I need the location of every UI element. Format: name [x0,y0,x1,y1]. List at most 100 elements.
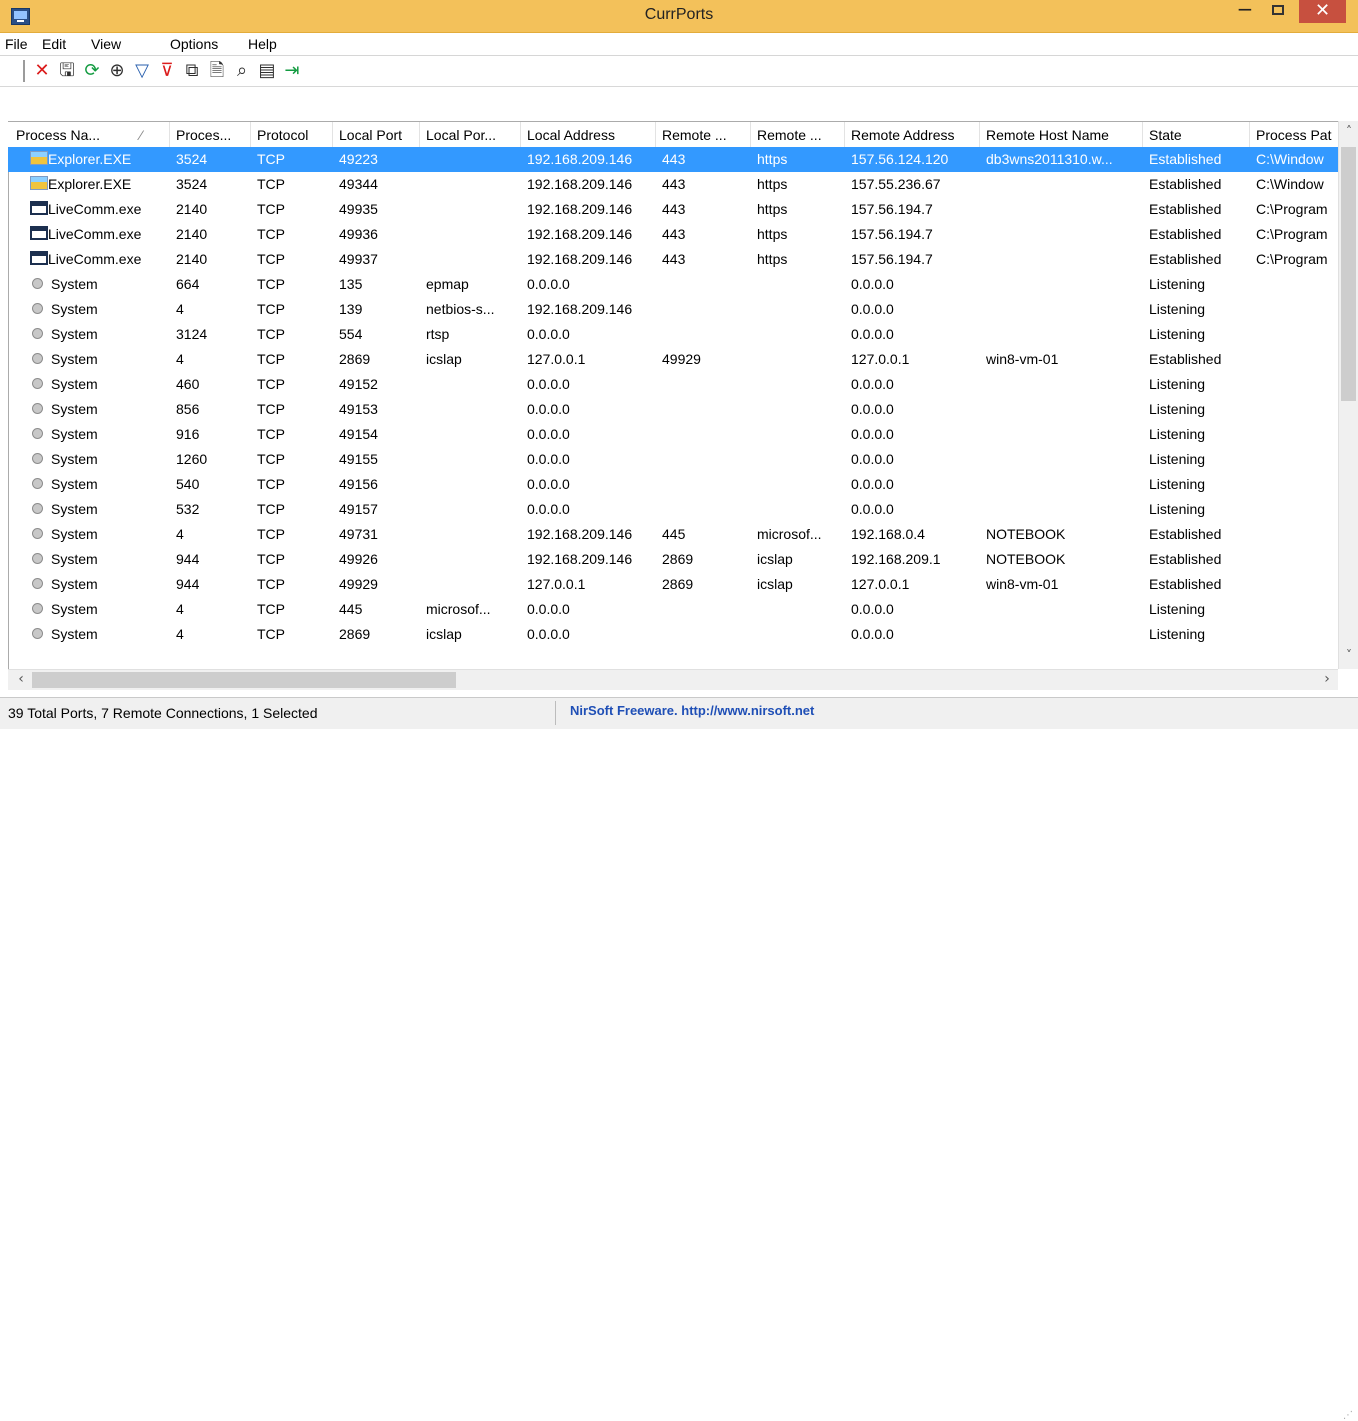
column-header-11[interactable]: Process Pat [1256,127,1331,143]
column-divider[interactable] [520,122,521,147]
find-icon[interactable]: ⌕ [230,60,254,82]
table-cell: Listening [1149,501,1206,517]
refresh-icon[interactable]: ⟳ [80,60,104,82]
column-divider[interactable] [332,122,333,147]
menu-help[interactable]: Help [248,36,277,52]
table-cell: 2869 [662,576,694,592]
column-header-0[interactable]: Process Na... [16,127,100,143]
minimize-button[interactable]: − [1230,0,1260,23]
table-cell: 460 [176,376,200,392]
column-divider[interactable] [1142,122,1143,147]
system-process-icon [32,403,43,414]
table-row[interactable]: System 664 TCP 135 epmap 0.0.0.0 0.0.0.0 Listen… [8,272,1338,297]
table-cell: TCP [257,226,285,242]
table-row[interactable]: System 944 TCP 49926 192.168.209.146 2869 icsl… [8,547,1338,572]
table-cell: Established [1149,201,1222,217]
horizontal-scroll-thumb[interactable] [32,672,456,688]
table-cell: Listening [1149,426,1206,442]
table-cell: TCP [257,426,285,442]
table-row[interactable]: System 1260 TCP 49155 0.0.0.0 0.0.0.0 Listenin… [8,447,1338,472]
column-header-9[interactable]: Remote Host Name [986,127,1109,143]
scroll-right-icon[interactable]: › [1318,671,1336,689]
table-row[interactable]: System 4 TCP 139 netbios-s... 192.168.209.146… [8,297,1338,322]
table-cell: 944 [176,576,200,592]
table-row[interactable]: System 856 TCP 49153 0.0.0.0 0.0.0.0 Listening [8,397,1338,422]
column-header-5[interactable]: Local Address [527,127,615,143]
table-row[interactable]: System 4 TCP 2869 icslap 0.0.0.0 0.0.0.0 Listen… [8,622,1338,647]
vertical-scroll-thumb[interactable] [1341,147,1356,401]
table-cell: Listening [1149,476,1206,492]
exit-icon[interactable]: ⇥ [280,60,304,82]
table-row[interactable]: LiveComm.exe 2140 TCP 49935 192.168.209.146 4… [8,197,1338,222]
table-cell: win8-vm-01 [986,351,1059,367]
copy-icon[interactable]: ⧉ [180,60,204,82]
column-divider[interactable] [1249,122,1250,147]
scroll-down-icon[interactable]: ˅ [1341,648,1357,666]
column-header-2[interactable]: Protocol [257,127,308,143]
nirsoft-link[interactable]: NirSoft Freeware. http://www.nirsoft.net [570,703,814,718]
table-cell: 4 [176,526,184,542]
table-cell: 127.0.0.1 [527,351,586,367]
table-row[interactable]: Explorer.EXE 3524 TCP 49223 192.168.209.146 4… [8,147,1338,172]
vertical-scrollbar[interactable]: ˄ ˅ [1338,121,1358,669]
column-divider[interactable] [419,122,420,147]
table-row[interactable]: System 4 TCP 49731 192.168.209.146 445 microso… [8,522,1338,547]
menu-options[interactable]: Options [170,36,218,52]
column-header-1[interactable]: Proces... [176,127,231,143]
table-cell: 916 [176,426,200,442]
table-row[interactable]: LiveComm.exe 2140 TCP 49937 192.168.209.146 4… [8,247,1338,272]
table-row[interactable]: System 4 TCP 445 microsof... 0.0.0.0 0.0.0.0 Li… [8,597,1338,622]
table-cell: 540 [176,476,200,492]
table-row[interactable]: System 460 TCP 49152 0.0.0.0 0.0.0.0 Listening [8,372,1338,397]
column-divider[interactable] [844,122,845,147]
column-header-4[interactable]: Local Por... [426,127,496,143]
title-bar[interactable]: CurrPorts − ✕ [0,0,1358,33]
table-cell: TCP [257,151,285,167]
resize-grip-icon[interactable]: ⋰ [1343,1411,1353,1421]
table-row[interactable]: System 944 TCP 49929 127.0.0.1 2869 icslap 127.… [8,572,1338,597]
properties-window-icon[interactable]: 🗎 [205,60,229,82]
table-cell: 0.0.0.0 [527,451,570,467]
column-divider[interactable] [169,122,170,147]
column-header-8[interactable]: Remote Address [851,127,955,143]
scroll-up-icon[interactable]: ˄ [1341,124,1357,142]
table-row[interactable]: System 532 TCP 49157 0.0.0.0 0.0.0.0 Listening [8,497,1338,522]
table-row[interactable]: Explorer.EXE 3524 TCP 49344 192.168.209.146 4… [8,172,1338,197]
menu-edit[interactable]: Edit [42,36,66,52]
column-header-10[interactable]: State [1149,127,1182,143]
column-divider[interactable] [250,122,251,147]
properties-icon[interactable]: ⊕ [105,60,129,82]
filter-icon[interactable]: ▽ [130,60,154,82]
system-process-icon [32,503,43,514]
maximize-button[interactable] [1263,0,1293,23]
horizontal-scrollbar[interactable]: ‹ › [8,669,1338,690]
table-cell: 532 [176,501,200,517]
table-cell: icslap [757,576,793,592]
column-divider[interactable] [655,122,656,147]
close-button[interactable]: ✕ [1299,0,1346,23]
table-cell: 0.0.0.0 [851,626,894,642]
table-row[interactable]: LiveComm.exe 2140 TCP 49936 192.168.209.146 4… [8,222,1338,247]
column-header-6[interactable]: Remote ... [662,127,727,143]
menu-view[interactable]: View [91,36,121,52]
table-cell: 443 [662,201,686,217]
menu-file[interactable]: File [5,36,28,52]
table-row[interactable]: System 540 TCP 49156 0.0.0.0 0.0.0.0 Listening [8,472,1338,497]
delete-icon[interactable]: ✕ [30,60,54,82]
table-row[interactable]: System 3124 TCP 554 rtsp 0.0.0.0 0.0.0.0 Listen… [8,322,1338,347]
table-cell: 49936 [339,226,378,242]
table-row[interactable]: System 916 TCP 49154 0.0.0.0 0.0.0.0 Listening [8,422,1338,447]
scroll-left-icon[interactable]: ‹ [12,671,30,689]
html-report-icon[interactable]: ▤ [255,60,279,82]
table-cell: 157.56.194.7 [851,251,933,267]
column-divider[interactable] [750,122,751,147]
column-divider[interactable] [979,122,980,147]
system-process-icon [32,603,43,614]
table-cell: 2869 [662,551,694,567]
column-header-7[interactable]: Remote ... [757,127,822,143]
table-row[interactable]: System 4 TCP 2869 icslap 127.0.0.1 49929 127.0.… [8,347,1338,372]
save-icon[interactable]: 🖫 [55,60,79,82]
table-cell: 192.168.209.146 [527,301,633,317]
clear-filter-icon[interactable]: ⊽ [155,60,179,82]
column-header-3[interactable]: Local Port [339,127,402,143]
